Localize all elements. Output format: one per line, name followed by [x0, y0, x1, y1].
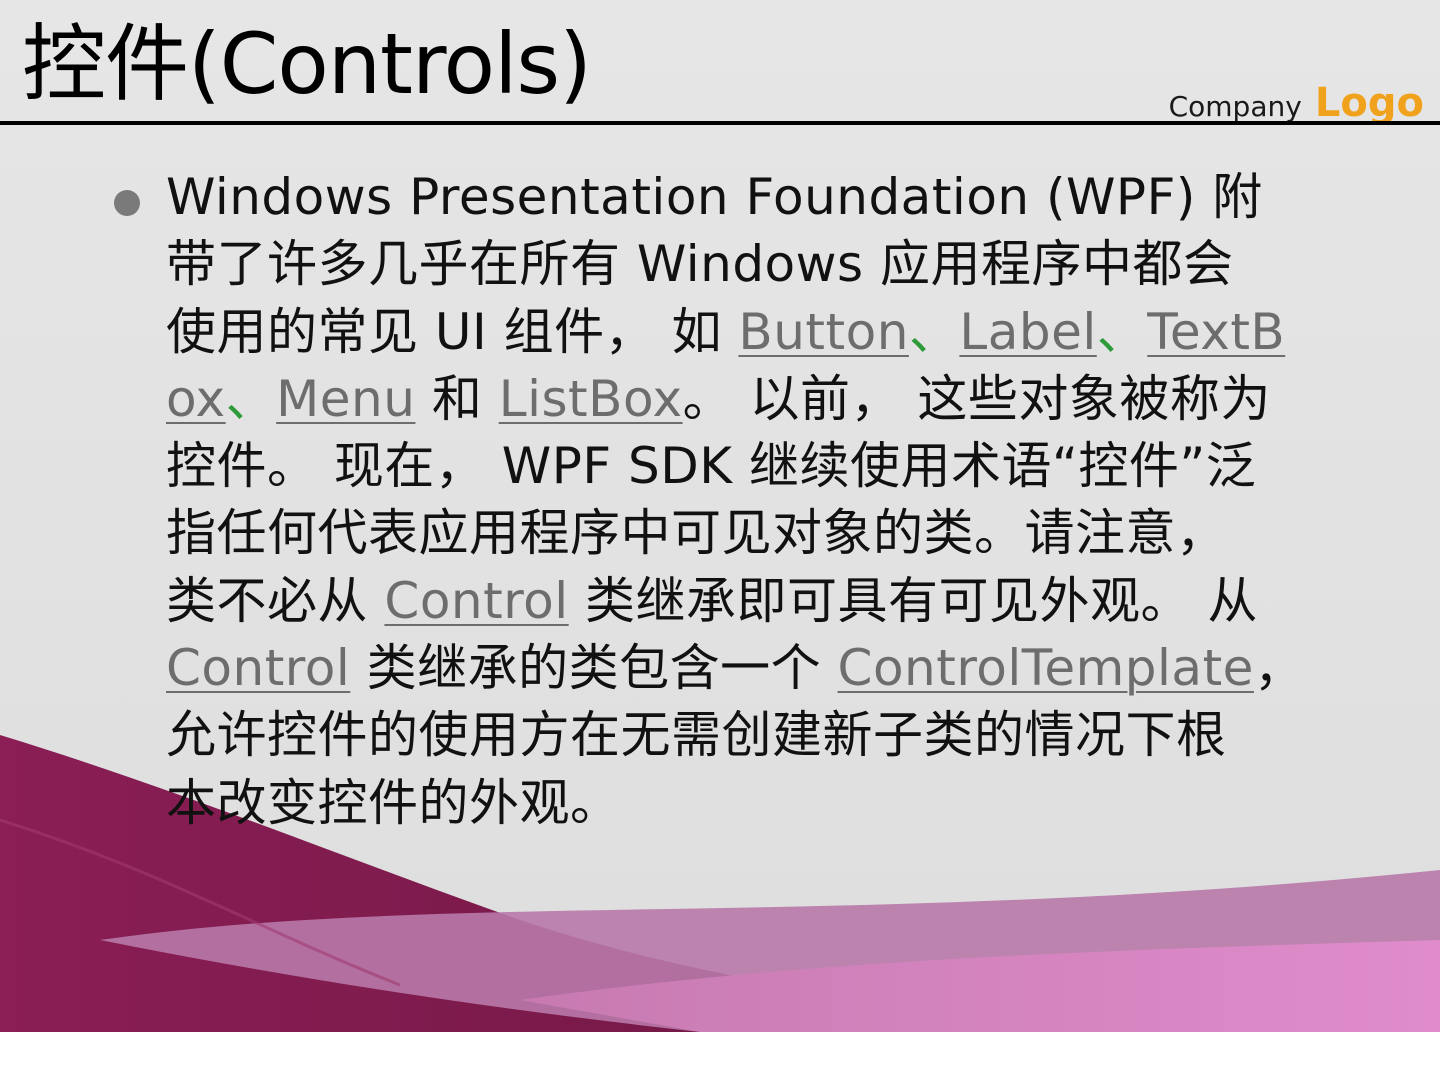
body-text: Windows Presentation Foundation (WPF) 附 …: [166, 164, 1366, 837]
company-label: Company: [1168, 90, 1302, 123]
title-divider: [0, 121, 1440, 125]
link-listbox[interactable]: ListBox: [499, 370, 683, 428]
body-line-6: 指任何代表应用程序中可见对象的类。请注意，: [166, 504, 1227, 563]
logo-label: Logo: [1314, 80, 1424, 126]
body-text-segment: 类不必从: [166, 571, 385, 630]
body-text-segment: ，: [1253, 639, 1305, 698]
body-line-2: 带了许多几乎在所有 Windows 应用程序中都会: [166, 235, 1234, 294]
body-line-1: Windows Presentation Foundation (WPF) 附: [166, 168, 1263, 226]
body-line-3: 使用的常见 UI 组件， 如 Button、Label、TextB: [166, 299, 1366, 366]
body-text-segment: 使用的常见 UI 组件， 如: [166, 302, 739, 361]
link-button[interactable]: Button: [738, 303, 908, 361]
company-logo: Company Logo: [1169, 80, 1424, 126]
bullet-icon: [114, 190, 140, 216]
separator: 、: [1096, 302, 1148, 361]
link-textbox-continued[interactable]: ox: [166, 370, 226, 428]
body-text-segment: 和: [415, 369, 499, 428]
link-control[interactable]: Control: [166, 639, 350, 697]
body-line-5: 控件。 现在， WPF SDK 继续使用术语“控件”泛: [166, 437, 1257, 496]
body-line-8: Control 类继承的类包含一个 ControlTemplate，: [166, 635, 1366, 702]
body-line-10: 本改变控件的外观。: [166, 773, 621, 832]
link-controltemplate[interactable]: ControlTemplate: [838, 639, 1254, 697]
link-menu[interactable]: Menu: [276, 370, 415, 428]
link-control[interactable]: Control: [384, 572, 568, 630]
slide: 控件(Controls) Company Logo Windows Presen…: [0, 0, 1440, 1032]
link-textbox[interactable]: TextB: [1147, 303, 1285, 361]
body-line-7: 类不必从 Control 类继承即可具有可见外观。 从: [166, 568, 1366, 635]
body-text-segment: 类继承即可具有可见外观。 从: [568, 571, 1258, 630]
body-text-segment: 。 以前， 这些对象被称为: [682, 369, 1271, 428]
body-text-segment: 类继承的类包含一个: [350, 639, 838, 698]
body-line-9: 允许控件的使用方在无需创建新子类的情况下根: [166, 706, 1227, 765]
link-label[interactable]: Label: [959, 303, 1096, 361]
separator: 、: [908, 302, 960, 361]
body-line-4: ox、Menu 和 ListBox。 以前， 这些对象被称为: [166, 366, 1366, 433]
slide-title: 控件(Controls): [22, 15, 592, 113]
separator: 、: [225, 369, 277, 428]
